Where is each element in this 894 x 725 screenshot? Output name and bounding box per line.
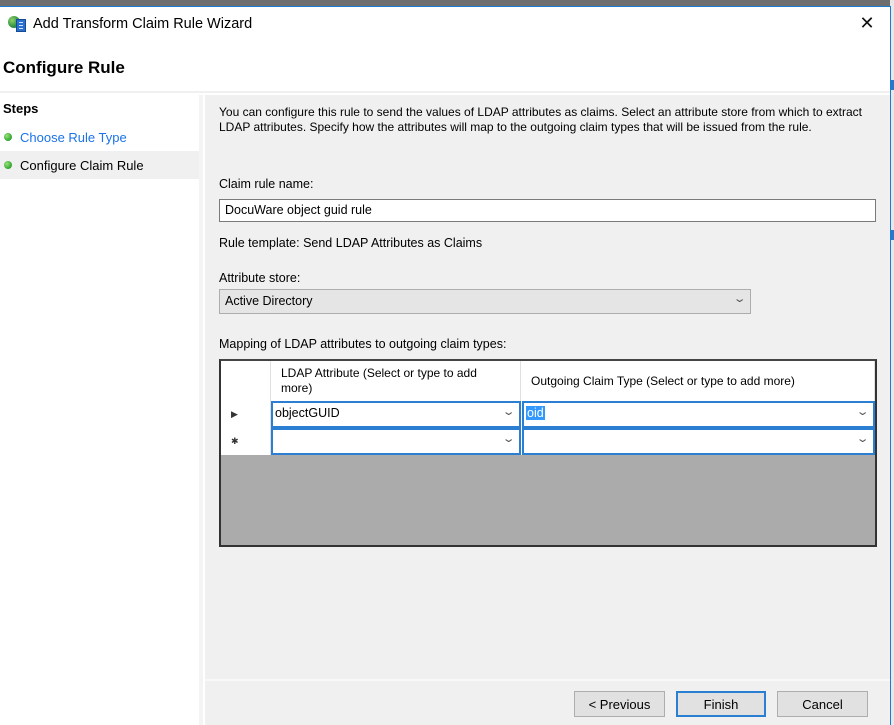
chevron-down-icon[interactable]: ⌄ <box>855 405 869 418</box>
mapping-grid: LDAP Attribute (Select or type to add mo… <box>219 359 877 547</box>
claim-rule-name-input[interactable]: DocuWare object guid rule <box>219 199 876 222</box>
ldap-attribute-value: objectGUID <box>275 406 340 420</box>
rule-template-label: Rule template: Send LDAP Attributes as C… <box>219 236 483 250</box>
claim-rule-name-label: Claim rule name: <box>219 177 314 191</box>
step-choose-rule-type[interactable]: Choose Rule Type <box>0 123 199 151</box>
wizard-dialog: Add Transform Claim Rule Wizard ✕ Config… <box>0 6 891 725</box>
content-panel: You can configure this rule to send the … <box>205 95 890 725</box>
chevron-down-icon: ⌄ <box>732 293 747 305</box>
chevron-down-icon[interactable]: ⌄ <box>501 405 515 418</box>
step-configure-claim-rule: Configure Claim Rule <box>0 151 199 179</box>
wizard-header: Configure Rule <box>0 41 890 93</box>
column-header-ldap-attribute[interactable]: LDAP Attribute (Select or type to add mo… <box>271 361 521 401</box>
cancel-button[interactable]: Cancel <box>777 691 868 717</box>
close-button[interactable]: ✕ <box>844 7 890 39</box>
ldap-attribute-combobox[interactable]: objectGUID ⌄ <box>271 401 521 428</box>
table-row: ▶ objectGUID ⌄ oid ⌄ <box>221 401 875 428</box>
steps-panel: Steps Choose Rule Type Configure Claim R… <box>0 95 203 725</box>
attribute-store-value: Active Directory <box>225 294 313 308</box>
outgoing-claim-type-value: oid <box>526 406 545 420</box>
rule-description: You can configure this rule to send the … <box>219 105 863 134</box>
window-title: Add Transform Claim Rule Wizard <box>33 16 253 32</box>
mapping-label: Mapping of LDAP attributes to outgoing c… <box>219 337 507 351</box>
attribute-store-label: Attribute store: <box>219 271 301 285</box>
grid-corner <box>221 361 271 401</box>
row-indicator-current[interactable]: ▶ <box>221 401 271 428</box>
table-row-new: ✱ ⌄ ⌄ <box>221 428 875 455</box>
steps-title: Steps <box>3 101 39 116</box>
grid-header: LDAP Attribute (Select or type to add mo… <box>221 361 875 401</box>
step-label: Choose Rule Type <box>20 129 127 145</box>
finish-button[interactable]: Finish <box>676 691 766 717</box>
row-indicator-new[interactable]: ✱ <box>221 428 271 455</box>
step-status-icon <box>4 133 12 141</box>
step-status-icon <box>4 161 12 169</box>
outgoing-claim-type-combobox[interactable]: oid ⌄ <box>522 401 875 428</box>
attribute-store-select[interactable]: Active Directory ⌄ <box>219 289 751 314</box>
outgoing-claim-type-combobox[interactable]: ⌄ <box>522 428 875 455</box>
page-title: Configure Rule <box>3 58 125 77</box>
ldap-attribute-combobox[interactable]: ⌄ <box>271 428 521 455</box>
title-bar[interactable]: Add Transform Claim Rule Wizard ✕ <box>0 7 890 41</box>
chevron-down-icon[interactable]: ⌄ <box>855 432 869 445</box>
wizard-app-icon <box>8 14 28 34</box>
wizard-body: Steps Choose Rule Type Configure Claim R… <box>0 95 890 725</box>
column-header-outgoing-claim-type[interactable]: Outgoing Claim Type (Select or type to a… <box>521 361 875 401</box>
close-icon: ✕ <box>859 12 875 33</box>
chevron-down-icon[interactable]: ⌄ <box>501 432 515 445</box>
footer-divider <box>205 679 890 681</box>
previous-button[interactable]: < Previous <box>574 691 665 717</box>
step-label: Configure Claim Rule <box>20 157 144 173</box>
